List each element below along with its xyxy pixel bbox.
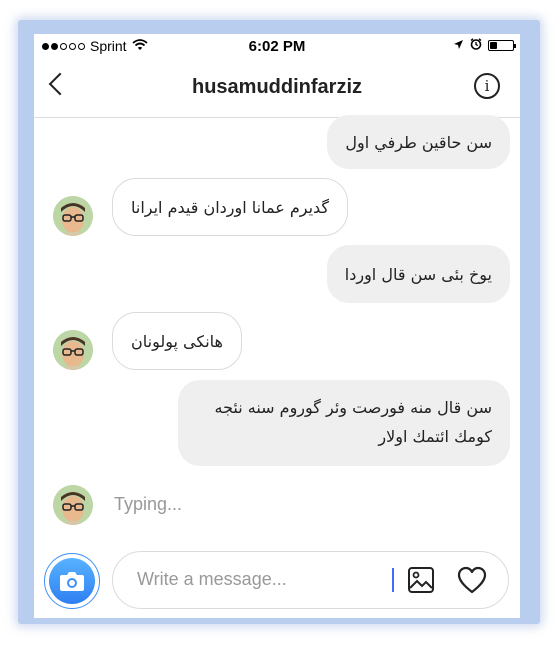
- avatar[interactable]: [53, 485, 93, 525]
- avatar[interactable]: [53, 330, 93, 370]
- conversation-title[interactable]: husamuddinfarziz: [34, 76, 520, 99]
- chat-header: husamuddinfarziz i: [34, 58, 520, 118]
- battery-icon: [488, 40, 516, 51]
- status-bar: Sprint 6:02 PM: [34, 34, 520, 58]
- incoming-message[interactable]: گديرم عمانا اوردان قيدم ايرانا: [112, 178, 349, 236]
- typing-indicator: Typing...: [114, 494, 183, 514]
- camera-button-fill: [49, 558, 95, 604]
- avatar-face-icon: [53, 330, 93, 370]
- avatar[interactable]: [53, 196, 93, 236]
- outgoing-message[interactable]: سن حاقين طرفي اول: [327, 115, 510, 169]
- location-arrow-icon: [453, 39, 464, 53]
- message-text: سن حاقين طرفي اول: [345, 133, 492, 152]
- message-text: گديرم عمانا اوردان قيدم ايرانا: [131, 198, 330, 217]
- message-input[interactable]: Write a message...: [112, 551, 509, 609]
- heart-icon[interactable]: [457, 566, 487, 599]
- message-text: هانکی پولونان: [131, 332, 223, 351]
- incoming-message[interactable]: هانکی پولونان: [112, 312, 242, 370]
- message-input-placeholder: Write a message...: [137, 569, 287, 589]
- avatar-face-icon: [53, 485, 93, 525]
- message-text: يوخ بئی سن قال اوردا: [344, 265, 492, 284]
- camera-icon: [60, 572, 84, 591]
- battery-level: [490, 42, 497, 49]
- avatar-face-icon: [53, 196, 93, 236]
- message-text-line: کومك ائتمك اولار: [378, 427, 492, 446]
- phone-screen: Sprint 6:02 PM husamuddinfarziz i سن حاق…: [34, 34, 520, 618]
- outgoing-message[interactable]: سن قال منه فورصت وئر گوروم سنه نئجه کومك…: [178, 380, 510, 466]
- outgoing-message[interactable]: يوخ بئی سن قال اوردا: [326, 245, 510, 303]
- message-text-line: سن قال منه فورصت وئر گوروم سنه نئجه: [214, 398, 493, 417]
- status-time: 6:02 PM: [248, 38, 306, 55]
- camera-button[interactable]: [44, 553, 100, 609]
- image-gallery-icon[interactable]: [407, 566, 435, 599]
- alarm-clock-icon: [470, 38, 482, 53]
- status-right: [453, 38, 516, 53]
- text-cursor: [392, 568, 394, 592]
- info-icon[interactable]: i: [474, 73, 500, 99]
